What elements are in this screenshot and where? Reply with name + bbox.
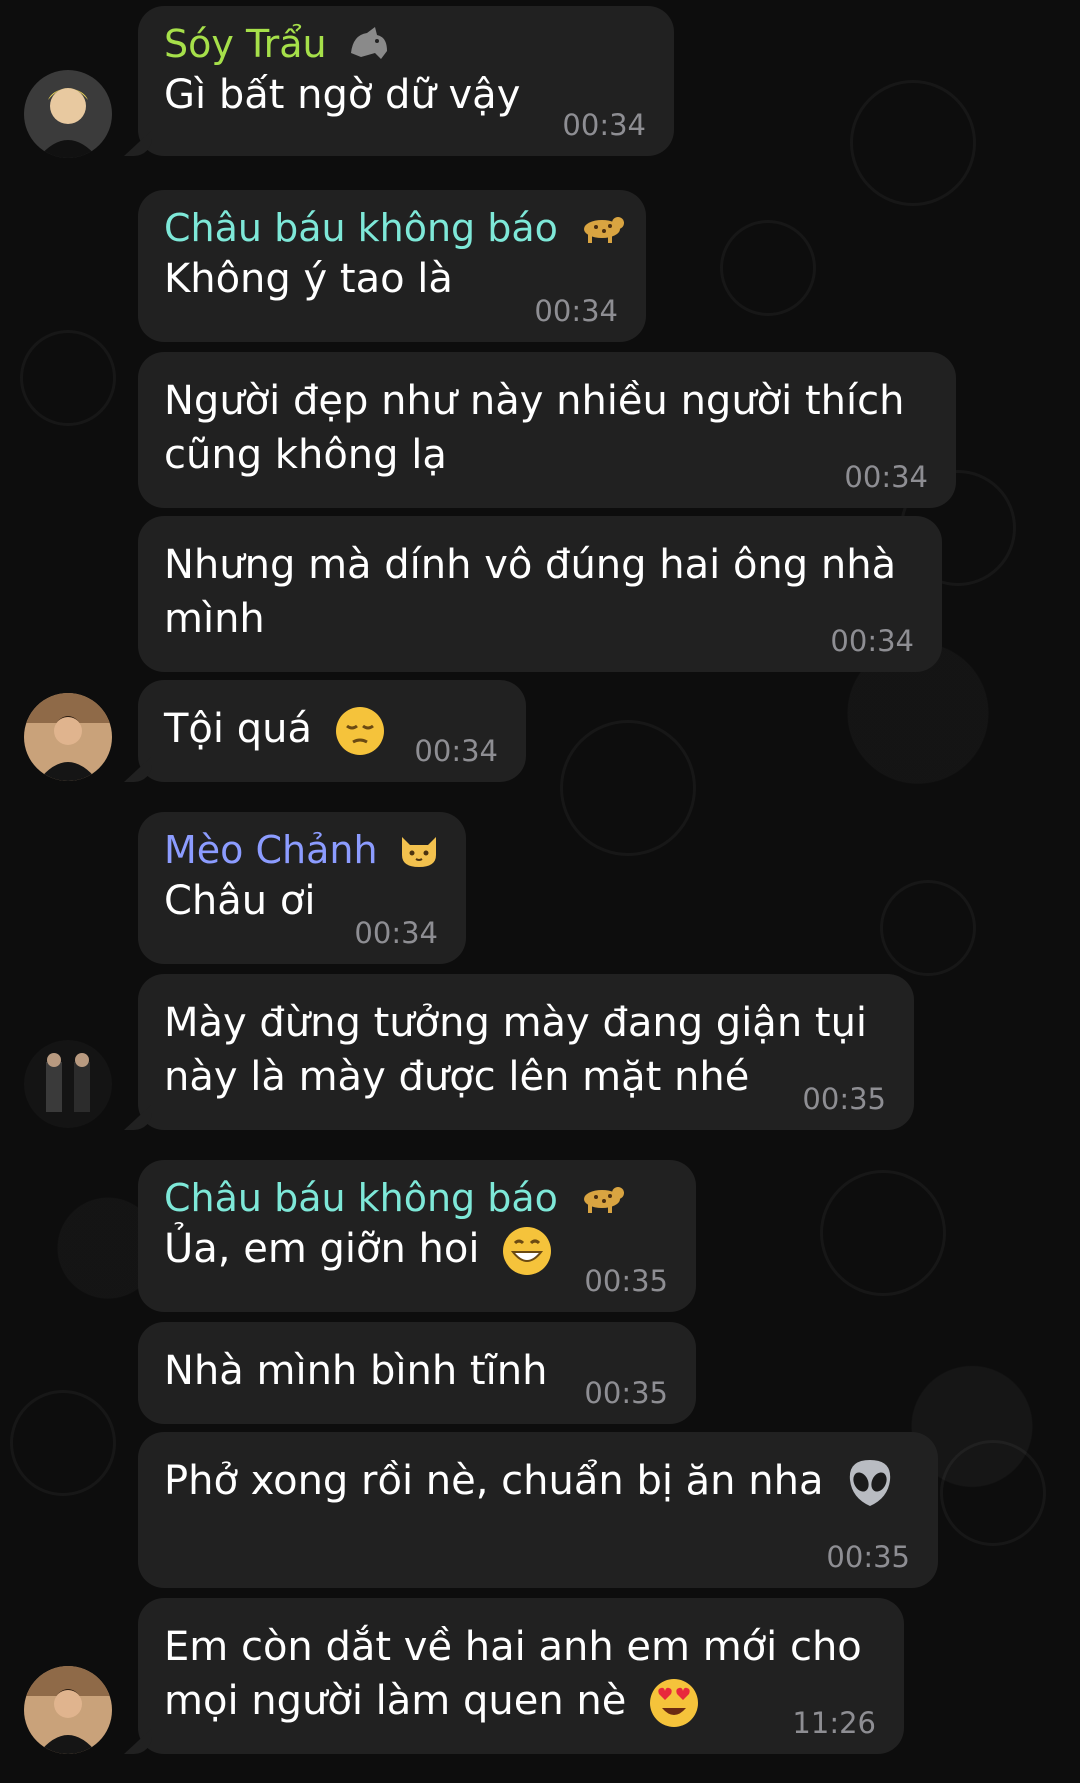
wallpaper-doodle	[940, 1440, 1046, 1546]
message-time: 00:34	[830, 624, 914, 658]
message-bubble[interactable]: Tội quá 00:34	[138, 680, 526, 782]
wallpaper-doodle	[850, 80, 976, 206]
message-time: 00:34	[844, 460, 928, 494]
wallpaper-doodle	[880, 880, 976, 976]
message-bubble[interactable]: Nhà mình bình tĩnh 00:35	[138, 1322, 696, 1424]
avatar[interactable]	[24, 70, 112, 158]
wallpaper-doodle	[820, 1170, 946, 1296]
sender-name[interactable]: Châu báu không báo	[164, 204, 625, 252]
message-text-line: cũng không lạ	[164, 432, 447, 478]
message-text-line: mình	[164, 596, 265, 642]
sender-name[interactable]: Sóy Trẩu	[164, 20, 648, 68]
sender-name[interactable]: Châu báu không báo	[164, 1174, 670, 1222]
avatar[interactable]	[24, 693, 112, 781]
rhino-icon	[347, 23, 391, 63]
message-time: 00:34	[562, 108, 646, 142]
pensive-face-icon	[335, 706, 385, 756]
message-time: 00:34	[414, 734, 498, 768]
chat-background: Sóy Trẩu Gì bất ngờ dữ vậy 00:34 Châu bá…	[0, 0, 1080, 1783]
wallpaper-doodle	[560, 720, 696, 856]
wallpaper-doodle	[720, 220, 816, 316]
message-bubble[interactable]: Sóy Trẩu Gì bất ngờ dữ vậy 00:34	[138, 6, 674, 156]
message-text: Phở xong rồi nè, chuẩn bị ăn nha	[164, 1454, 912, 1508]
leopard-icon	[578, 1177, 626, 1217]
leopard-icon	[578, 207, 626, 247]
message-text-line: Mày đừng tưởng mày đang giận tụi	[164, 1000, 868, 1046]
message-text: mọi người làm quen nè	[164, 1674, 878, 1728]
grinning-face-icon	[502, 1226, 552, 1276]
message-time: 00:35	[826, 1540, 910, 1574]
message-text-line: Người đẹp như này nhiều người thích	[164, 378, 905, 424]
message-time: 11:26	[792, 1706, 876, 1740]
message-bubble[interactable]: Nhưng mà dính vô đúng hai ông nhà mình 0…	[138, 516, 942, 672]
message-bubble[interactable]: Châu báu không báo Ủa, em giỡn hoi 00:35	[138, 1160, 696, 1312]
heart-eyes-face-icon	[649, 1678, 699, 1728]
wallpaper-doodle	[10, 1390, 116, 1496]
message-bubble[interactable]: Mày đừng tưởng mày đang giận tụi này là …	[138, 974, 914, 1130]
message-time: 00:35	[802, 1082, 886, 1116]
message-text-line: Nhưng mà dính vô đúng hai ông nhà	[164, 542, 897, 588]
avatar[interactable]	[24, 1040, 112, 1128]
message-time: 00:35	[584, 1264, 668, 1298]
message-time: 00:34	[534, 294, 618, 328]
message-text-line: Em còn dắt về hai anh em mới cho	[164, 1624, 862, 1670]
message-bubble[interactable]: Mèo Chảnh Châu ơi 00:34	[138, 812, 466, 964]
message-text-line: này là mày được lên mặt nhé	[164, 1054, 750, 1100]
message-bubble[interactable]: Châu báu không báo Không ý tao là 00:34	[138, 190, 646, 342]
message-time: 00:34	[354, 916, 438, 950]
avatar[interactable]	[24, 1666, 112, 1754]
alien-icon	[846, 1458, 894, 1508]
message-bubble[interactable]: Phở xong rồi nè, chuẩn bị ăn nha 00:35	[138, 1432, 938, 1588]
message-bubble[interactable]: Người đẹp như này nhiều người thích cũng…	[138, 352, 956, 508]
message-time: 00:35	[584, 1376, 668, 1410]
wallpaper-doodle	[20, 330, 116, 426]
message-bubble[interactable]: Em còn dắt về hai anh em mới cho mọi ngư…	[138, 1598, 904, 1754]
sender-name[interactable]: Mèo Chảnh	[164, 826, 440, 874]
cat-face-icon	[398, 827, 440, 869]
